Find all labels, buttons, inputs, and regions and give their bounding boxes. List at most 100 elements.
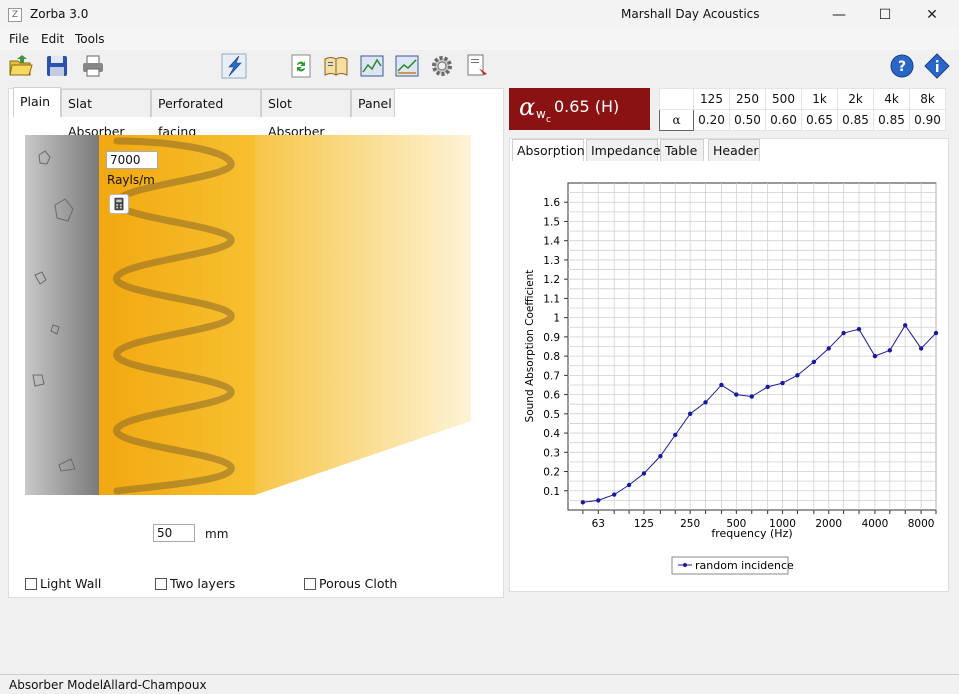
data-point xyxy=(872,353,878,359)
x-axis-label: frequency (Hz) xyxy=(711,527,792,540)
y-tick-label: 0.3 xyxy=(543,447,560,459)
y-tick-label: 1.2 xyxy=(543,274,560,286)
data-point xyxy=(856,326,862,332)
two-layers-checkbox[interactable] xyxy=(155,578,167,590)
porous-cloth-checkbox[interactable] xyxy=(304,578,316,590)
alpha-value: 0.85 xyxy=(873,109,910,131)
company-name: Marshall Day Acoustics xyxy=(621,7,760,21)
porous-cloth-label: Porous Cloth xyxy=(319,576,398,591)
data-point xyxy=(580,500,586,505)
tab-panel[interactable]: Panel xyxy=(351,89,395,117)
status-label: Absorber Model: xyxy=(9,678,108,692)
y-tick-label: 0.2 xyxy=(543,467,560,479)
light-wall-checkbox[interactable] xyxy=(25,578,37,590)
calculate-icon[interactable] xyxy=(220,52,248,80)
svg-text:?: ? xyxy=(898,59,906,75)
tab-table[interactable]: Table xyxy=(660,139,704,161)
tab-perforated-facing[interactable]: Perforated facing xyxy=(151,89,261,139)
absorber-panel: Plain Slat Absorber Perforated facing Sl… xyxy=(8,87,504,598)
data-point xyxy=(811,359,817,365)
x-tick-label: 250 xyxy=(680,518,700,530)
absorption-chart: 63 125 250 500 1000 2000 4000 8000 0.10.20.30.4… xyxy=(524,182,939,575)
legend-label: random incidence xyxy=(695,559,794,572)
table-corner xyxy=(659,88,694,110)
data-point xyxy=(673,432,678,438)
menu-edit[interactable]: Edit xyxy=(41,32,64,46)
frequency-header: 1k xyxy=(801,88,838,110)
alpha-value: 0.20 xyxy=(693,109,730,131)
flow-resistivity-input[interactable]: 7000 xyxy=(106,151,158,169)
y-tick-label: 0.9 xyxy=(543,332,560,344)
data-point xyxy=(719,382,724,388)
data-point xyxy=(687,411,693,417)
book-icon[interactable] xyxy=(322,52,350,80)
data-point xyxy=(703,400,708,405)
minimize-button[interactable]: — xyxy=(816,0,862,30)
compare-graph-icon[interactable] xyxy=(393,52,421,80)
data-point xyxy=(611,492,617,497)
tab-impedance[interactable]: Impedance xyxy=(586,139,661,161)
title-bar: Z Zorba 3.0 Marshall Day Acoustics — ☐ ✕ xyxy=(0,0,959,30)
x-tick-label: 63 xyxy=(592,518,605,530)
data-point xyxy=(918,346,924,351)
alpha-value: 0.90 xyxy=(909,109,946,131)
frequency-header: 250 xyxy=(729,88,766,110)
menu-file[interactable]: File xyxy=(9,32,29,46)
graph-icon[interactable] xyxy=(358,52,386,80)
frequency-header: 8k xyxy=(909,88,946,110)
open-folder-icon[interactable] xyxy=(7,52,35,80)
data-point xyxy=(780,380,785,386)
tab-slat-absorber[interactable]: Slat Absorber xyxy=(61,89,151,139)
data-point xyxy=(887,348,893,353)
data-point xyxy=(795,373,800,378)
x-tick-label: 8000 xyxy=(908,518,935,530)
alpha-row: α 0.20 0.50 0.60 0.65 0.85 0.85 0.90 xyxy=(659,109,946,131)
data-point xyxy=(841,330,846,336)
sound-beam xyxy=(255,135,471,495)
x-tick-label: 2000 xyxy=(815,518,842,530)
toolbar: ? xyxy=(0,50,959,84)
frequency-header: 4k xyxy=(873,88,910,110)
help-icon[interactable]: ? xyxy=(888,52,916,80)
settings-gear-icon[interactable] xyxy=(428,52,456,80)
data-point xyxy=(765,384,770,390)
tab-header[interactable]: Header xyxy=(708,139,760,161)
absorber-diagram xyxy=(25,135,471,495)
y-tick-label: 0.4 xyxy=(543,428,560,440)
maximize-button[interactable]: ☐ xyxy=(862,0,908,30)
light-wall-label: Light Wall xyxy=(40,576,102,591)
thickness-input[interactable]: 50 xyxy=(153,524,195,542)
rating-subsubscript: c xyxy=(546,115,551,125)
rating-subscript: w xyxy=(536,107,546,121)
refresh-icon[interactable] xyxy=(287,52,315,80)
y-tick-label: 1.4 xyxy=(543,236,560,248)
y-tick-label: 0.7 xyxy=(543,370,560,382)
data-point xyxy=(933,330,939,336)
tab-slot-absorber[interactable]: Slot Absorber xyxy=(261,89,351,139)
calculator-icon[interactable] xyxy=(109,194,129,214)
export-icon[interactable] xyxy=(463,52,491,80)
data-point xyxy=(641,471,647,476)
frequency-header: 2k xyxy=(837,88,874,110)
data-point xyxy=(903,323,908,328)
two-layers-label: Two layers xyxy=(170,576,236,591)
status-value: Allard-Champoux xyxy=(103,678,207,692)
octave-band-table: 125 250 500 1k 2k 4k 8k α 0.20 0.50 0.60… xyxy=(659,88,946,131)
tab-plain[interactable]: Plain xyxy=(13,87,61,117)
data-point xyxy=(749,394,754,399)
info-icon[interactable] xyxy=(923,52,951,80)
y-tick-label: 1.1 xyxy=(543,293,560,305)
tab-absorption[interactable]: Absorption xyxy=(512,139,585,161)
close-button[interactable]: ✕ xyxy=(909,0,955,30)
alpha-row-label: α xyxy=(659,109,694,131)
data-point xyxy=(734,392,739,397)
save-icon[interactable] xyxy=(43,52,71,80)
flow-resistivity-unit: Rayls/m xyxy=(107,173,155,187)
print-icon[interactable] xyxy=(79,52,107,80)
y-tick-label: 1 xyxy=(553,313,560,325)
rating-value: 0.65 (H) xyxy=(554,97,620,116)
app-title: Zorba 3.0 xyxy=(30,7,89,21)
app-logo-icon: Z xyxy=(8,8,22,22)
menu-tools[interactable]: Tools xyxy=(75,32,105,46)
thickness-unit: mm xyxy=(205,527,229,541)
